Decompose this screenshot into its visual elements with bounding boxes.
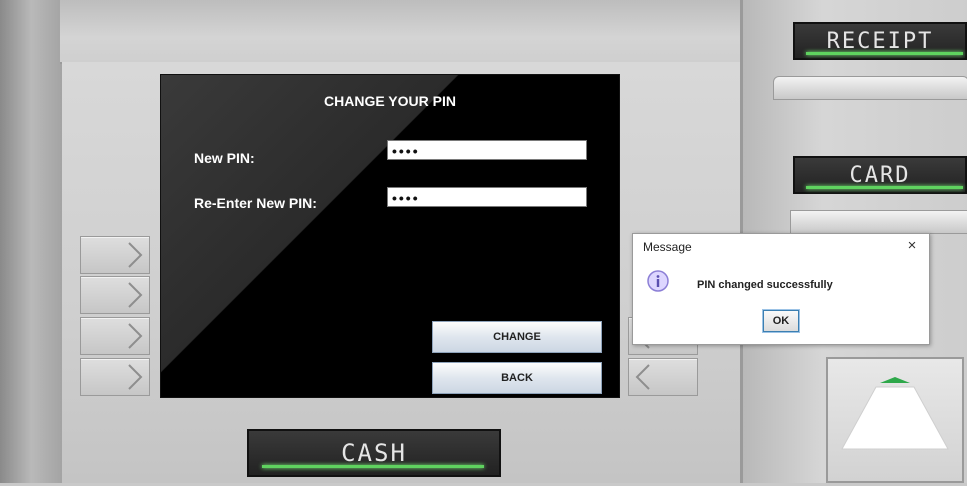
side-key-left-4[interactable] [80, 358, 150, 396]
atm-top-panel [60, 0, 740, 64]
message-dialog: Message × PIN changed successfully OK [632, 233, 930, 345]
screen-title: CHANGE YOUR PIN [324, 93, 456, 109]
dialog-title: Message [643, 240, 692, 254]
card-opening [790, 210, 967, 234]
receipt-label: RECEIPT [826, 28, 934, 54]
chevron-right-icon [128, 282, 143, 308]
cash-slot: CASH [247, 429, 501, 477]
receipt-opening [773, 76, 967, 100]
back-button[interactable]: BACK [432, 362, 602, 394]
new-pin-label: New PIN: [194, 150, 255, 166]
side-key-left-2[interactable] [80, 276, 150, 314]
side-key-left-3[interactable] [80, 317, 150, 355]
close-icon[interactable]: × [903, 237, 921, 254]
card-indicator-bar [806, 186, 963, 189]
chevron-right-icon [128, 242, 143, 268]
card-insert-indicator [826, 357, 964, 483]
chevron-right-icon [128, 364, 143, 390]
ok-button[interactable]: OK [762, 309, 800, 333]
atm-left-panel [0, 0, 70, 483]
chevron-right-icon [128, 323, 143, 349]
atm-screen: CHANGE YOUR PIN New PIN: •••• Re-Enter N… [160, 74, 620, 398]
cash-indicator-bar [262, 465, 484, 468]
card-label: CARD [849, 162, 911, 188]
chevron-left-icon [635, 364, 650, 390]
receipt-indicator-bar [806, 52, 963, 55]
side-key-left-1[interactable] [80, 236, 150, 274]
cash-label: CASH [341, 439, 407, 467]
new-pin-input[interactable]: •••• [387, 140, 587, 160]
change-button[interactable]: CHANGE [432, 321, 602, 353]
info-icon [647, 270, 669, 292]
dialog-message: PIN changed successfully [697, 279, 833, 291]
reenter-pin-label: Re-Enter New PIN: [194, 195, 317, 211]
side-key-right-4[interactable] [628, 358, 698, 396]
card-insert-icon [841, 377, 949, 450]
reenter-pin-input[interactable]: •••• [387, 187, 587, 207]
